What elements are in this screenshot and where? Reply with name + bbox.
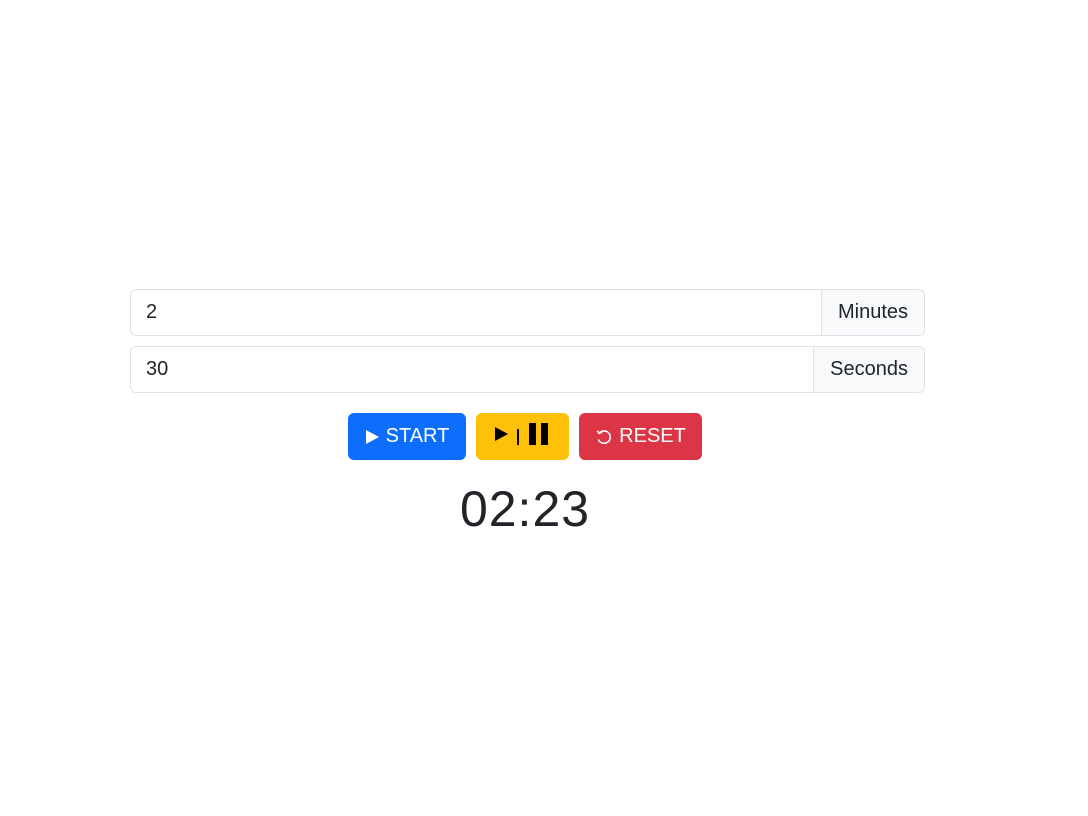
timer-form: Minutes Seconds START [130,289,925,538]
play-icon [365,429,380,445]
minutes-input-group: Minutes [130,289,925,336]
play-pause-button[interactable] [476,413,569,460]
pause-icon [527,422,551,452]
minutes-label: Minutes [820,290,924,335]
minutes-input[interactable] [131,290,821,335]
play-icon [494,425,509,448]
start-label: START [385,425,450,447]
controls: START RESET [125,413,925,460]
reset-icon [595,428,613,446]
separator [517,428,519,445]
start-button[interactable]: START [348,413,466,460]
seconds-label: Seconds [813,347,924,392]
reset-label: RESET [619,425,686,447]
timer-display: 02:23 [459,481,591,537]
seconds-input[interactable] [131,347,814,392]
seconds-input-group: Seconds [130,346,925,393]
reset-button[interactable]: RESET [579,413,702,460]
